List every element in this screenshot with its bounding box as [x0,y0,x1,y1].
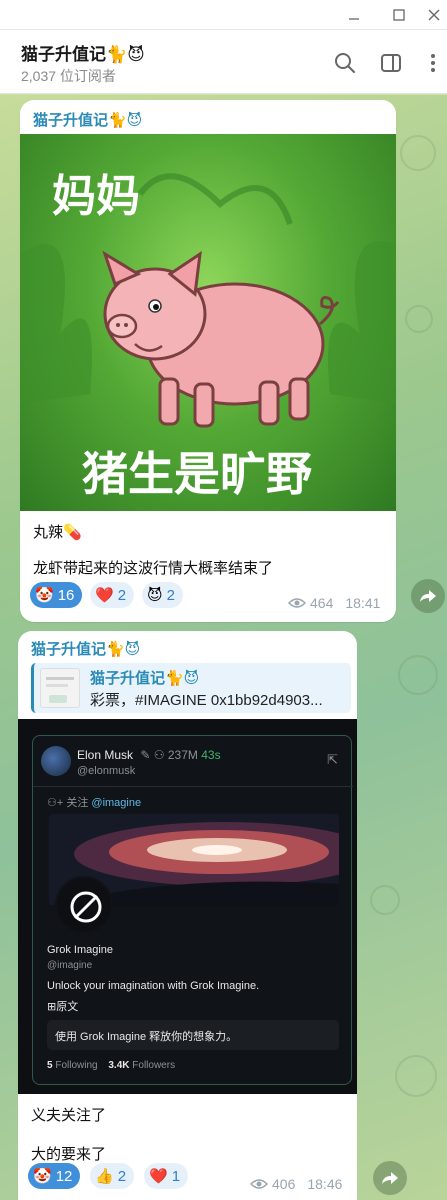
share-forward-button[interactable] [373,1161,407,1195]
background-doodle [370,885,400,915]
reaction-count: 1 [171,1167,181,1185]
views-eye-icon [288,598,306,608]
reply-thumbnail [40,668,80,708]
view-count: 406 [272,1176,296,1192]
reaction-count: 2 [166,586,175,604]
forward-arrow-icon [420,590,436,602]
message-bubble[interactable]: 猫子升值记🐈😈 妈妈 猪生是旷野 丸辣💊 龙虾带起来的这波行情大概率结束了 🤡 … [20,100,396,622]
view-count: 464 [310,595,334,611]
tweet-screenshot[interactable]: Elon Musk ✎ ⚇ 237M 43s @elonmusk ⇱ ⚇+ 关注… [18,719,357,1094]
reaction-count: 12 [55,1167,73,1185]
profile-handle: @imagine [47,960,93,971]
translation-text: 使用 Grok Imagine 释放你的想象力。 [55,1031,238,1043]
translation-box: 使用 Grok Imagine 释放你的想象力。 [47,1020,339,1050]
meme-image[interactable]: 妈妈 猪生是旷野 [20,134,396,511]
follow-stats: 5 Following 3.4K Followers [47,1060,176,1071]
reaction-chip[interactable]: ❤️ 1 [144,1163,189,1189]
translate-icon: ⊞ [47,1001,57,1013]
meme-caption-top: 妈妈 [52,172,140,221]
reaction-emoji: ❤️ [95,586,114,604]
reaction-emoji: 🤡 [33,1167,52,1185]
subscriber-count: 2,037 位订阅者 [21,68,116,84]
translate-toggle[interactable]: ⊞原文 [47,998,78,1014]
reaction-chip[interactable]: 🤡 16 [30,582,83,608]
user-followers-icon: ✎ ⚇ [140,748,168,762]
reaction-emoji: 🤡 [35,586,54,604]
background-doodle [405,305,433,333]
more-menu-icon[interactable] [420,50,446,76]
window-titlebar [0,0,447,30]
search-icon[interactable] [332,50,358,76]
tweet-user-name: Elon Musk ✎ ⚇ 237M 43s [77,748,221,762]
open-external-icon[interactable]: ⇱ [327,752,338,768]
message-line: 义夫关注了 [31,1107,107,1124]
avatar [41,746,71,776]
message-time: 18:46 [307,1176,343,1192]
message-meta: 464 18:41 [288,595,380,611]
background-doodle [400,135,436,171]
maximize-icon[interactable] [389,6,409,24]
profile-bio: Unlock your imagination with Grok Imagin… [47,980,260,992]
channel-header[interactable]: 猫子升值记🐈😈 2,037 位订阅者 [0,30,447,94]
reaction-count: 16 [57,586,75,604]
share-forward-button[interactable] [411,579,445,613]
reaction-chip[interactable]: 👍 2 [90,1163,135,1189]
reaction-chip[interactable]: 🤡 12 [28,1163,81,1189]
background-doodle [395,1055,437,1097]
message-time: 18:41 [345,595,381,611]
reaction-chip[interactable]: ❤️ 2 [90,582,135,608]
reaction-emoji: 😈 [147,586,163,604]
follow-line: ⚇+ 关注 @imagine [47,797,142,809]
reply-author: 猫子升值记🐈😈 [90,670,200,687]
message-bubble[interactable]: 猫子升值记🐈😈 猫子升值记🐈😈 彩票，#IMAGINE 0x1bb92d4903… [18,631,357,1200]
channel-title[interactable]: 猫子升值记🐈😈 [21,40,145,65]
views-eye-icon [250,1179,268,1189]
chat-area[interactable]: 猫子升值记🐈😈 妈妈 猪生是旷野 丸辣💊 龙虾带起来的这波行情大概率结束了 🤡 … [0,95,447,1200]
tweet-handle: @elonmusk [77,765,136,777]
grok-logo [55,876,113,934]
reply-preview[interactable]: 猫子升值记🐈😈 彩票，#IMAGINE 0x1bb92d4903... [31,663,351,713]
tweet-card: Elon Musk ✎ ⚇ 237M 43s @elonmusk ⇱ ⚇+ 关注… [32,735,353,1085]
message-meta: 406 18:46 [250,1176,342,1192]
reaction-count: 2 [117,1167,127,1185]
message-line: 大的要来了 [31,1146,107,1163]
close-icon[interactable] [424,6,444,24]
minimize-icon[interactable] [344,6,364,24]
meme-caption-bottom: 猪生是旷野 [82,448,312,500]
profile-name: Grok Imagine [47,944,114,956]
sidebar-toggle-icon[interactable] [378,50,404,76]
message-author[interactable]: 猫子升值记🐈😈 [31,638,140,659]
reaction-emoji: 👍 [95,1167,114,1185]
forward-arrow-icon [382,1172,398,1184]
reply-text: 彩票，#IMAGINE 0x1bb92d4903... [90,692,323,709]
reaction-chip[interactable]: 😈 2 [142,582,183,608]
message-line: 丸辣💊 [33,524,82,541]
background-doodle [398,655,438,695]
message-author[interactable]: 猫子升值记🐈😈 [33,109,142,130]
message-line: 龙虾带起来的这波行情大概率结束了 [33,560,274,577]
reaction-count: 2 [117,586,127,604]
reaction-emoji: ❤️ [149,1167,168,1185]
